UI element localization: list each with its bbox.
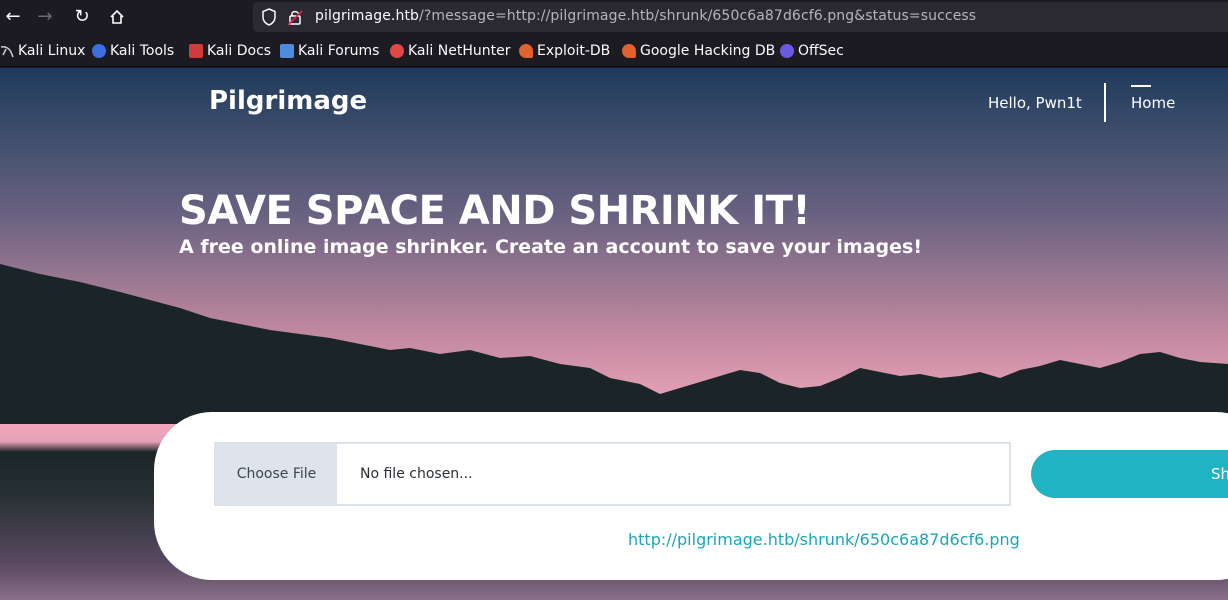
file-status-text: No file chosen... <box>360 466 473 482</box>
bookmark-label: Kali Tools <box>110 43 175 59</box>
bookmark-label: Kali NetHunter <box>408 43 511 59</box>
shrink-submit-button[interactable]: Sh <box>1031 450 1228 498</box>
back-arrow-icon[interactable]: ← <box>0 4 26 30</box>
bookmark-kali-docs[interactable]: Kali Docs <box>189 42 271 60</box>
browser-toolbar: ← → ↻ pilgrimage.htb/?message=http://pil… <box>0 0 1228 34</box>
kali-docs-icon <box>189 44 203 58</box>
lock-warning-icon[interactable] <box>287 8 303 26</box>
bookmark-label: Kali Forums <box>298 43 380 59</box>
kali-tools-icon <box>92 44 106 58</box>
bookmark-kali-tools[interactable]: Kali Tools <box>92 42 174 60</box>
bookmark-exploit-db[interactable]: Exploit-DB <box>519 42 610 60</box>
nav-home-link[interactable]: Home <box>1131 94 1175 112</box>
upload-card: Choose File No file chosen... Sh http://… <box>154 412 1228 580</box>
forward-arrow-icon[interactable]: → <box>32 4 58 30</box>
url-bar[interactable]: pilgrimage.htb/?message=http://pilgrimag… <box>253 2 1228 32</box>
offsec-icon <box>780 44 794 58</box>
file-input[interactable]: Choose File No file chosen... <box>214 442 1011 506</box>
hero-title: SAVE SPACE AND SHRINK IT! <box>179 188 811 234</box>
active-nav-indicator <box>1131 85 1151 87</box>
bookmarks-bar: Kali Linux Kali Tools Kali Docs Kali For… <box>0 34 1228 67</box>
bookmark-offsec[interactable]: OffSec <box>780 42 844 60</box>
nethunter-icon <box>390 44 404 58</box>
user-greeting: Hello, Pwn1t <box>988 94 1082 112</box>
bookmark-label: Exploit-DB <box>537 43 611 59</box>
url-path: /?message=http://pilgrimage.htb/shrunk/6… <box>419 8 977 24</box>
site-brand[interactable]: Pilgrimage <box>209 86 367 116</box>
exploit-db-icon <box>519 44 533 58</box>
url-text[interactable]: pilgrimage.htb/?message=http://pilgrimag… <box>315 8 976 24</box>
bookmark-kali-forums[interactable]: Kali Forums <box>280 42 379 60</box>
bookmark-label: Kali Linux <box>18 43 86 59</box>
bookmark-label: Kali Docs <box>207 43 272 59</box>
url-host: pilgrimage.htb <box>315 8 420 24</box>
hero-subtitle: A free online image shrinker. Create an … <box>179 236 922 258</box>
bookmark-label: OffSec <box>798 43 844 59</box>
kali-dragon-icon <box>0 44 14 58</box>
reload-icon[interactable]: ↻ <box>69 4 95 30</box>
home-icon[interactable] <box>104 4 130 30</box>
bookmark-google-hacking-db[interactable]: Google Hacking DB <box>622 42 775 60</box>
ghdb-icon <box>622 44 636 58</box>
bookmark-label: Google Hacking DB <box>640 43 776 59</box>
shield-icon[interactable] <box>261 8 277 26</box>
shrunk-image-link[interactable]: http://pilgrimage.htb/shrunk/650c6a87d6c… <box>628 530 1020 549</box>
bookmark-kali-linux[interactable]: Kali Linux <box>0 42 85 60</box>
bookmark-kali-nethunter[interactable]: Kali NetHunter <box>390 42 510 60</box>
choose-file-button[interactable]: Choose File <box>216 444 337 504</box>
web-page: Pilgrimage Hello, Pwn1t Home SAVE SPACE … <box>0 68 1228 600</box>
nav-divider <box>1104 83 1106 122</box>
kali-forums-icon <box>280 44 294 58</box>
